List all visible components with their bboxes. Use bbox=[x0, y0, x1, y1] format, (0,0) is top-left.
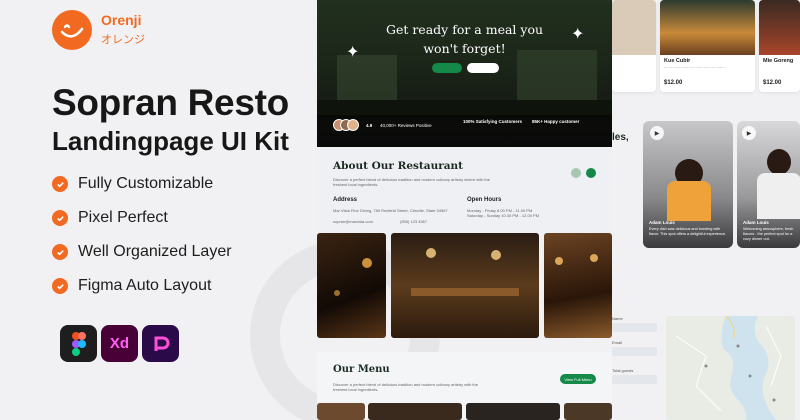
about-description-2: freshest local ingredients. bbox=[333, 182, 379, 187]
figma-icon bbox=[60, 325, 97, 362]
form-label-name: Name bbox=[612, 316, 623, 321]
avatar bbox=[767, 149, 791, 175]
feature-label: Figma Auto Layout bbox=[78, 277, 212, 294]
feature-item: Well Organized Layer bbox=[52, 243, 232, 261]
happy-stat: 85K+ Happy customer bbox=[532, 119, 580, 124]
testimonial-video-card[interactable]: ▶ Adam Louis Welcoming atmosphere, fresh… bbox=[737, 121, 800, 248]
menu-dish-image bbox=[368, 403, 462, 420]
adobe-xd-icon: Xd bbox=[101, 325, 138, 362]
hero-secondary-button[interactable] bbox=[467, 63, 499, 73]
feature-item: Pixel Perfect bbox=[52, 209, 168, 227]
feature-label: Well Organized Layer bbox=[78, 243, 232, 260]
testimonial-name: Adam Louis bbox=[649, 220, 675, 225]
restaurant-photo bbox=[391, 233, 539, 338]
dish-card[interactable]: Kue Cubir ······························… bbox=[660, 0, 755, 92]
dish-card[interactable] bbox=[612, 0, 656, 92]
feature-label: Pixel Perfect bbox=[78, 209, 168, 226]
testimonials-heading: les, bbox=[612, 132, 629, 143]
hours-line-2: Saturday - Sunday 10.30 PM - 12.00 PM bbox=[467, 213, 540, 218]
carousel-prev-button[interactable] bbox=[571, 168, 581, 178]
form-label-email: Email bbox=[612, 340, 623, 345]
play-icon[interactable]: ▶ bbox=[650, 126, 664, 140]
brand-name-jp: オレンジ bbox=[101, 34, 145, 46]
menu-description-2: freshest local ingredients. bbox=[333, 387, 379, 392]
feature-label: Fully Customizable bbox=[78, 175, 214, 192]
guests-select[interactable] bbox=[612, 375, 657, 384]
sparkle-icon: ✦ bbox=[346, 44, 360, 61]
menu-dish-image bbox=[317, 403, 365, 420]
dish-name: Kue Cubir bbox=[664, 58, 691, 64]
view-full-menu-button[interactable]: View Full Menu bbox=[560, 374, 596, 384]
dish-price: $12.00 bbox=[664, 80, 683, 86]
check-icon bbox=[52, 176, 68, 192]
dish-price: $12.00 bbox=[763, 80, 782, 86]
address-label: Address bbox=[333, 197, 358, 203]
form-label-guests: Total guests bbox=[612, 368, 634, 373]
feature-item: Fully Customizable bbox=[52, 175, 213, 193]
feature-item: Figma Auto Layout bbox=[52, 277, 211, 295]
rating-value: 4.9 bbox=[366, 123, 373, 128]
hero-title: Get ready for a meal you won't forget! bbox=[385, 22, 544, 56]
menu-title: Our Menu bbox=[333, 364, 390, 375]
reviews-text: 40,000+ Reviews Positive bbox=[380, 123, 432, 128]
person-figure bbox=[667, 181, 711, 221]
hero-primary-button[interactable] bbox=[432, 63, 462, 73]
testimonial-name: Adam Louis bbox=[743, 220, 769, 225]
person-figure bbox=[757, 173, 800, 219]
menu-dish-image bbox=[564, 403, 612, 420]
carousel-next-button[interactable] bbox=[586, 168, 596, 178]
menu-dish-image bbox=[466, 403, 560, 420]
dish-description: ········································… bbox=[664, 66, 726, 70]
restaurant-photo bbox=[317, 233, 386, 338]
brand-name: Orenji bbox=[101, 12, 142, 28]
product-title: Sopran Resto bbox=[52, 82, 289, 123]
testimonial-video-card[interactable]: ▶ Adam Louis Every dish was delicious an… bbox=[643, 121, 733, 248]
penpot-icon bbox=[142, 325, 179, 362]
hours-label: Open Hours bbox=[467, 197, 502, 203]
testimonial-quote: Welcoming atmosphere, fresh flavors - th… bbox=[743, 227, 794, 241]
check-icon bbox=[52, 210, 68, 226]
check-icon bbox=[52, 244, 68, 260]
email-field[interactable] bbox=[612, 347, 657, 356]
orenji-logo-icon bbox=[52, 10, 92, 50]
name-field[interactable] bbox=[612, 323, 657, 332]
dish-card[interactable]: Mie Goreng $12.00 bbox=[759, 0, 800, 92]
restaurant-photo bbox=[544, 233, 612, 338]
address-value: Mar Vista Fine Dining, 789 Redfield Stre… bbox=[333, 208, 448, 213]
dish-name: Mie Goreng bbox=[763, 58, 794, 64]
about-title: About Our Restaurant bbox=[333, 160, 464, 172]
email-text: sopran@marvista.com bbox=[333, 219, 374, 224]
testimonial-quote: Every dish was delicious and bursting wi… bbox=[649, 227, 727, 236]
avatar-group bbox=[333, 119, 359, 131]
satisfying-stat: 100% Satisfying Customers bbox=[463, 119, 523, 124]
location-map[interactable] bbox=[666, 316, 795, 420]
phone-text: (555) 123 4567 bbox=[400, 219, 428, 224]
product-subtitle: Landingpage UI Kit bbox=[52, 126, 289, 156]
play-icon[interactable]: ▶ bbox=[742, 126, 756, 140]
check-icon bbox=[52, 278, 68, 294]
hero-section: Get ready for a meal you won't forget! ✦… bbox=[317, 0, 612, 147]
sparkle-icon: ✦ bbox=[571, 26, 585, 43]
